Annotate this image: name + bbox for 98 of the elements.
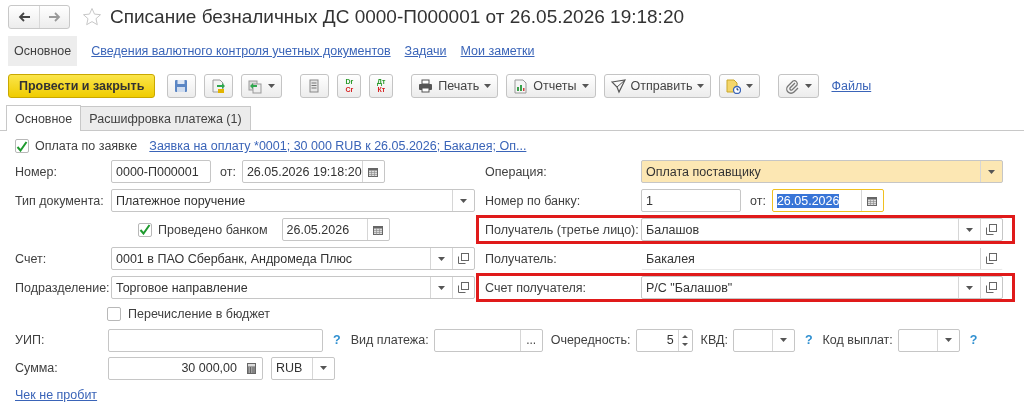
schedule-button[interactable] <box>719 74 761 98</box>
report-icon <box>513 78 529 94</box>
currency-field[interactable]: RUB <box>271 356 335 380</box>
date-field[interactable]: 26.05.2026 19:18:20 <box>241 160 385 183</box>
field-label: Номер по банку: <box>485 193 582 208</box>
section-link[interactable]: Мои заметки <box>460 38 535 64</box>
help-link[interactable]: ? <box>969 333 978 347</box>
field-label: Счет: <box>15 251 48 266</box>
section-link[interactable]: Задачи <box>404 38 447 64</box>
number-field[interactable]: 1 <box>641 189 741 212</box>
send-button[interactable]: Отправить <box>603 74 712 98</box>
open-icon <box>986 224 997 235</box>
field-label: Вид платежа: <box>350 333 429 347</box>
choose-button[interactable]: ... <box>519 329 542 351</box>
caret-icon <box>438 256 445 261</box>
caret-icon <box>320 366 327 370</box>
list-button[interactable] <box>300 74 330 98</box>
payment-request-link[interactable]: Заявка на оплату *0001; 30 000 RUB к 26.05.2026; Бакалея; Оп... <box>149 139 527 153</box>
text-field[interactable] <box>108 328 323 352</box>
date-field[interactable]: 26.05.2026 <box>771 189 884 212</box>
document-arrow-icon <box>211 78 227 94</box>
caret-icon <box>460 198 467 203</box>
tab[interactable]: Основное <box>6 105 82 131</box>
select-field[interactable]: Торговое направление <box>111 276 475 299</box>
choice-field[interactable]: ... <box>433 328 543 352</box>
field-label: Получатель (третье лицо): <box>485 222 640 237</box>
calendar-icon <box>368 166 379 177</box>
caret-icon <box>438 285 445 290</box>
field-label: Номер: <box>15 164 58 179</box>
tab[interactable]: Расшифровка платежа (1) <box>80 106 251 130</box>
select-field[interactable]: 0001 в ПАО Сбербанк, Андромеда Плюс <box>111 247 475 270</box>
caret-icon <box>779 338 787 342</box>
open-icon <box>458 282 469 293</box>
field-label: Подразделение: <box>15 280 111 295</box>
select-field[interactable] <box>897 328 960 352</box>
files-link[interactable]: Файлы <box>831 79 872 93</box>
save-button[interactable] <box>167 74 197 98</box>
help-link[interactable]: ? <box>804 333 813 347</box>
post-and-close-button[interactable]: Провести и закрыть <box>8 74 156 98</box>
section-tab[interactable]: Основное <box>8 36 78 66</box>
spin-arrows-icon <box>682 333 689 347</box>
caret-icon <box>966 285 973 290</box>
select-field[interactable]: Р/С "Балашов" <box>641 276 1003 299</box>
checkbox-label: Оплата по заявке <box>35 139 138 153</box>
field-label: КВД: <box>700 333 728 347</box>
readonly-field: Бакалея <box>641 247 1003 270</box>
caret-icon <box>966 227 973 232</box>
caret-icon <box>988 169 995 174</box>
document-clock-icon <box>726 78 742 94</box>
field-label: от: <box>220 164 236 179</box>
field-label: УИП: <box>15 333 46 347</box>
amount-field[interactable]: 30 000,00 <box>108 356 263 380</box>
date-field[interactable]: 26.05.2026 <box>281 218 390 241</box>
post-button[interactable] <box>204 74 234 98</box>
window-title: Списание безналичных ДС 0000-П000001 от 26.05.2026 19:18:20 <box>110 6 685 28</box>
number-field[interactable]: 5 <box>635 328 693 352</box>
save-icon <box>174 78 190 94</box>
paper-plane-icon <box>610 78 626 94</box>
back-arrow-icon <box>18 12 30 22</box>
caret-icon <box>944 338 952 342</box>
field-label: Счет получателя: <box>485 280 587 295</box>
field-label: Сумма: <box>15 361 59 375</box>
field-label: Получатель: <box>485 251 558 266</box>
check-icon <box>139 224 151 235</box>
attach-button[interactable] <box>778 74 820 98</box>
calendar-icon <box>867 195 878 206</box>
checkbox[interactable] <box>107 307 121 321</box>
checkbox-label: Перечисление в бюджет <box>128 307 271 321</box>
number-field[interactable]: 0000-П000001 <box>111 160 211 183</box>
check-icon <box>16 140 28 152</box>
star-icon[interactable] <box>82 7 102 27</box>
field-label: Код выплат: <box>822 333 893 347</box>
checkbox[interactable] <box>138 222 152 237</box>
help-link[interactable]: ? <box>333 333 341 347</box>
paperclip-icon <box>785 78 801 94</box>
reports-button[interactable]: Отчеты <box>506 74 596 98</box>
forward-arrow-icon <box>48 12 61 22</box>
select-field[interactable]: Балашов <box>641 218 1003 241</box>
checkbox[interactable] <box>15 139 29 153</box>
related-button[interactable] <box>241 74 283 98</box>
select-field[interactable] <box>732 328 795 352</box>
field-label: Тип документа: <box>15 193 105 208</box>
checkbox-label: Проведено банком <box>158 222 268 237</box>
receipt-link[interactable]: Чек не пробит <box>15 388 98 402</box>
calendar-icon <box>373 224 384 235</box>
field-label: от: <box>750 193 766 208</box>
open-icon <box>458 253 469 264</box>
open-icon <box>986 282 997 293</box>
select-field[interactable]: Оплата поставщику <box>641 160 1003 183</box>
field-label: Очередность: <box>550 333 631 347</box>
section-link[interactable]: Сведения валютного контроля учетных документов <box>91 38 391 64</box>
field-label: Операция: <box>485 164 548 179</box>
calculator-icon <box>246 362 256 374</box>
print-button[interactable]: Печать <box>411 74 499 98</box>
select-field[interactable]: Платежное поручение <box>111 189 475 212</box>
open-icon <box>986 253 997 264</box>
documents-arrows-icon <box>248 78 264 94</box>
printer-icon <box>418 78 434 94</box>
